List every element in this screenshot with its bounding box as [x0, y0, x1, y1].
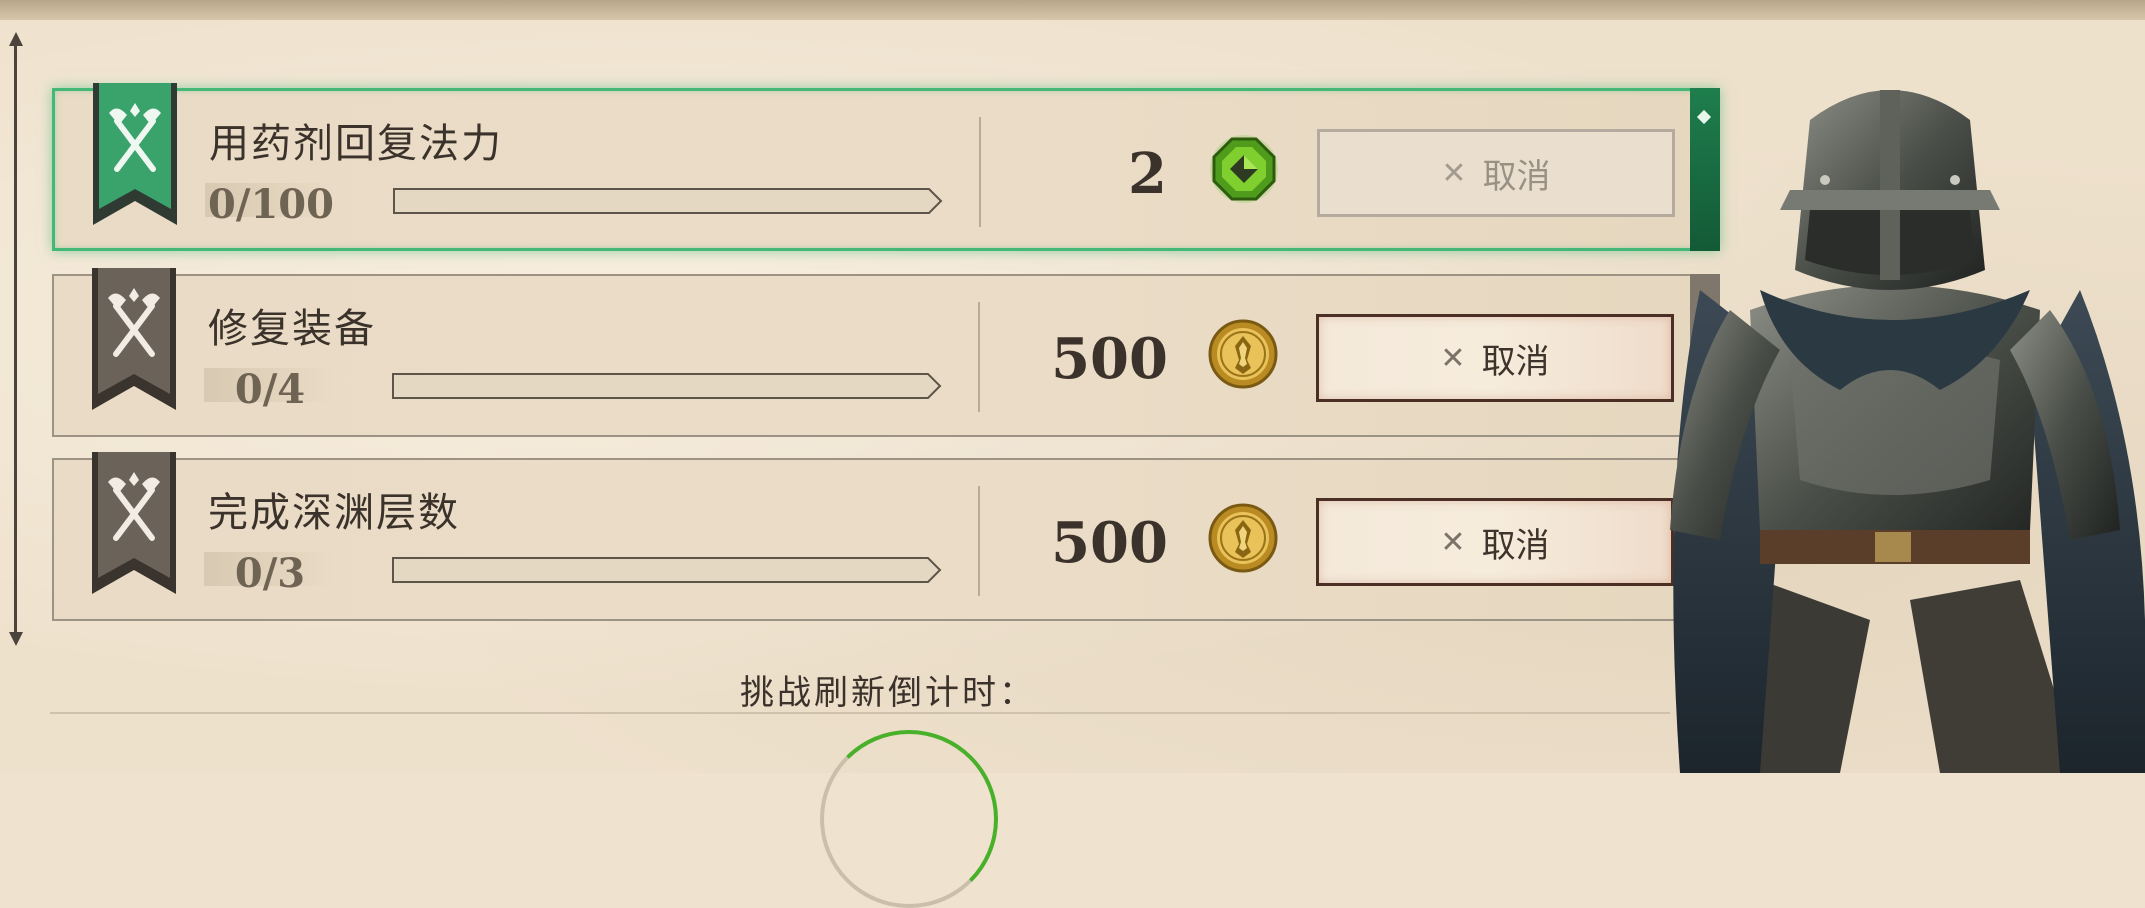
gold-coin-icon — [1207, 318, 1279, 390]
countdown-dial — [820, 730, 998, 908]
quest-title: 修复装备 — [208, 306, 376, 352]
cancel-button-label: 取消 — [1481, 525, 1550, 566]
reward-amount: 500 — [1051, 326, 1168, 392]
quest-progress-count: 0/3 — [204, 550, 336, 597]
gold-coin-icon — [1207, 502, 1279, 574]
cancel-button[interactable]: ✕ 取消 — [1316, 498, 1674, 586]
scroll-rail[interactable] — [14, 40, 17, 640]
quest-progress-bar — [393, 187, 943, 215]
cancel-button[interactable]: ✕ 取消 — [1317, 129, 1675, 217]
challenge-refresh-countdown-label: 挑战刷新倒计时： — [740, 673, 1036, 713]
scroll-rail-bottom-cap — [9, 632, 23, 646]
reward-amount: 2 — [1128, 141, 1167, 207]
quest-card[interactable]: 完成深渊层数 0/3 500 ✕ 取消 — [52, 452, 1720, 621]
quest-progress-text: 0/4 — [234, 366, 306, 413]
close-icon: ✕ — [1441, 155, 1467, 191]
scroll-rail-top-cap — [9, 32, 23, 46]
quest-progress-text: 0/100 — [208, 181, 334, 228]
top-frame — [0, 0, 2145, 20]
cancel-button-label: 取消 — [1482, 156, 1551, 197]
quest-divider — [979, 117, 981, 227]
reward-amount: 500 — [1051, 510, 1168, 576]
quest-title: 完成深渊层数 — [208, 490, 460, 536]
quest-divider — [978, 486, 980, 596]
quest-title: 用药剂回复法力 — [209, 121, 503, 167]
crossed-axes-icon — [92, 268, 176, 410]
green-gem-icon — [1208, 133, 1280, 205]
close-icon: ✕ — [1440, 340, 1466, 376]
cancel-button[interactable]: ✕ 取消 — [1316, 314, 1674, 402]
crossed-axes-icon — [93, 83, 177, 225]
quest-progress-count: 0/100 — [205, 181, 337, 228]
quest-progress-count: 0/4 — [204, 366, 336, 413]
quest-banner — [89, 83, 181, 225]
quest-progress-text: 0/3 — [234, 550, 306, 597]
quest-divider — [978, 302, 980, 412]
quest-banner — [88, 452, 180, 594]
cancel-button-label: 取消 — [1481, 341, 1550, 382]
quest-banner — [88, 268, 180, 410]
quest-card[interactable]: 用药剂回复法力 0/100 2 ✕ 取消 — [52, 83, 1720, 251]
crossed-axes-icon — [92, 452, 176, 594]
quest-card[interactable]: 修复装备 0/4 500 ✕ 取消 — [52, 268, 1720, 437]
quest-progress-bar — [392, 372, 942, 400]
quest-progress-bar — [392, 556, 942, 584]
knight-character-art — [1640, 60, 2145, 773]
close-icon: ✕ — [1440, 524, 1466, 560]
footer-divider — [50, 712, 1670, 714]
